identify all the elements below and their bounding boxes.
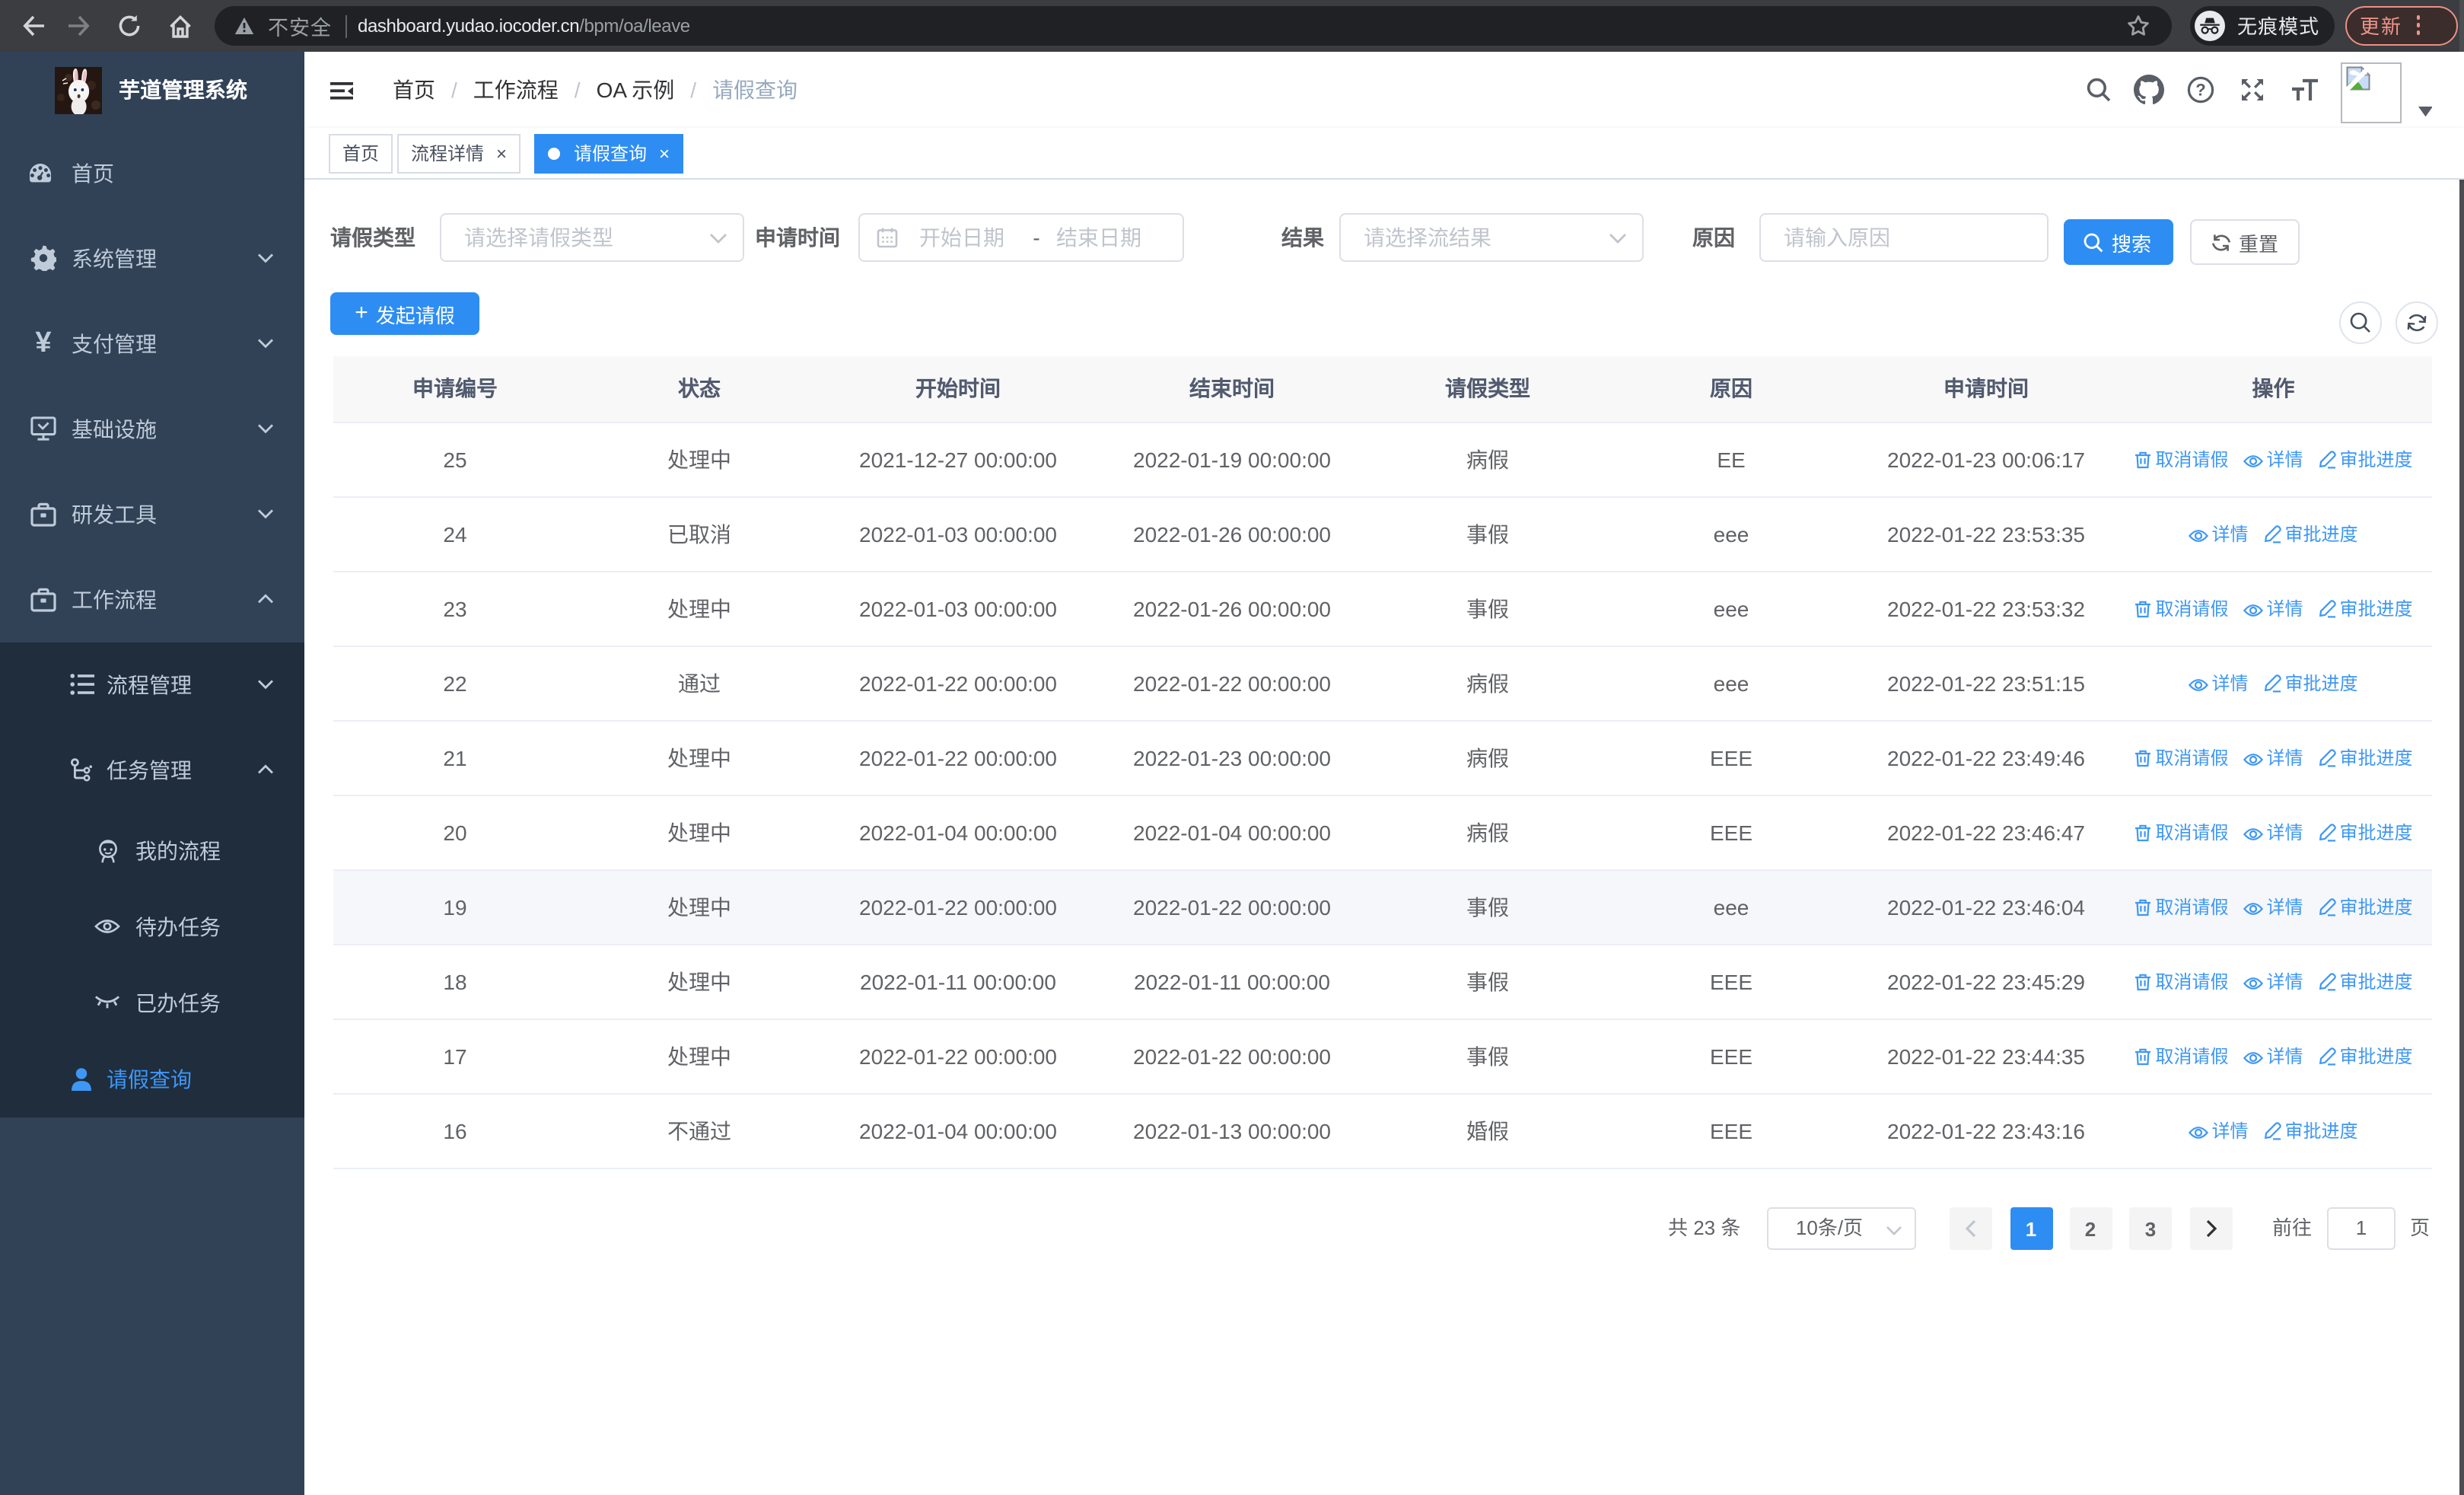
svg-text:?: ? xyxy=(2195,81,2205,100)
